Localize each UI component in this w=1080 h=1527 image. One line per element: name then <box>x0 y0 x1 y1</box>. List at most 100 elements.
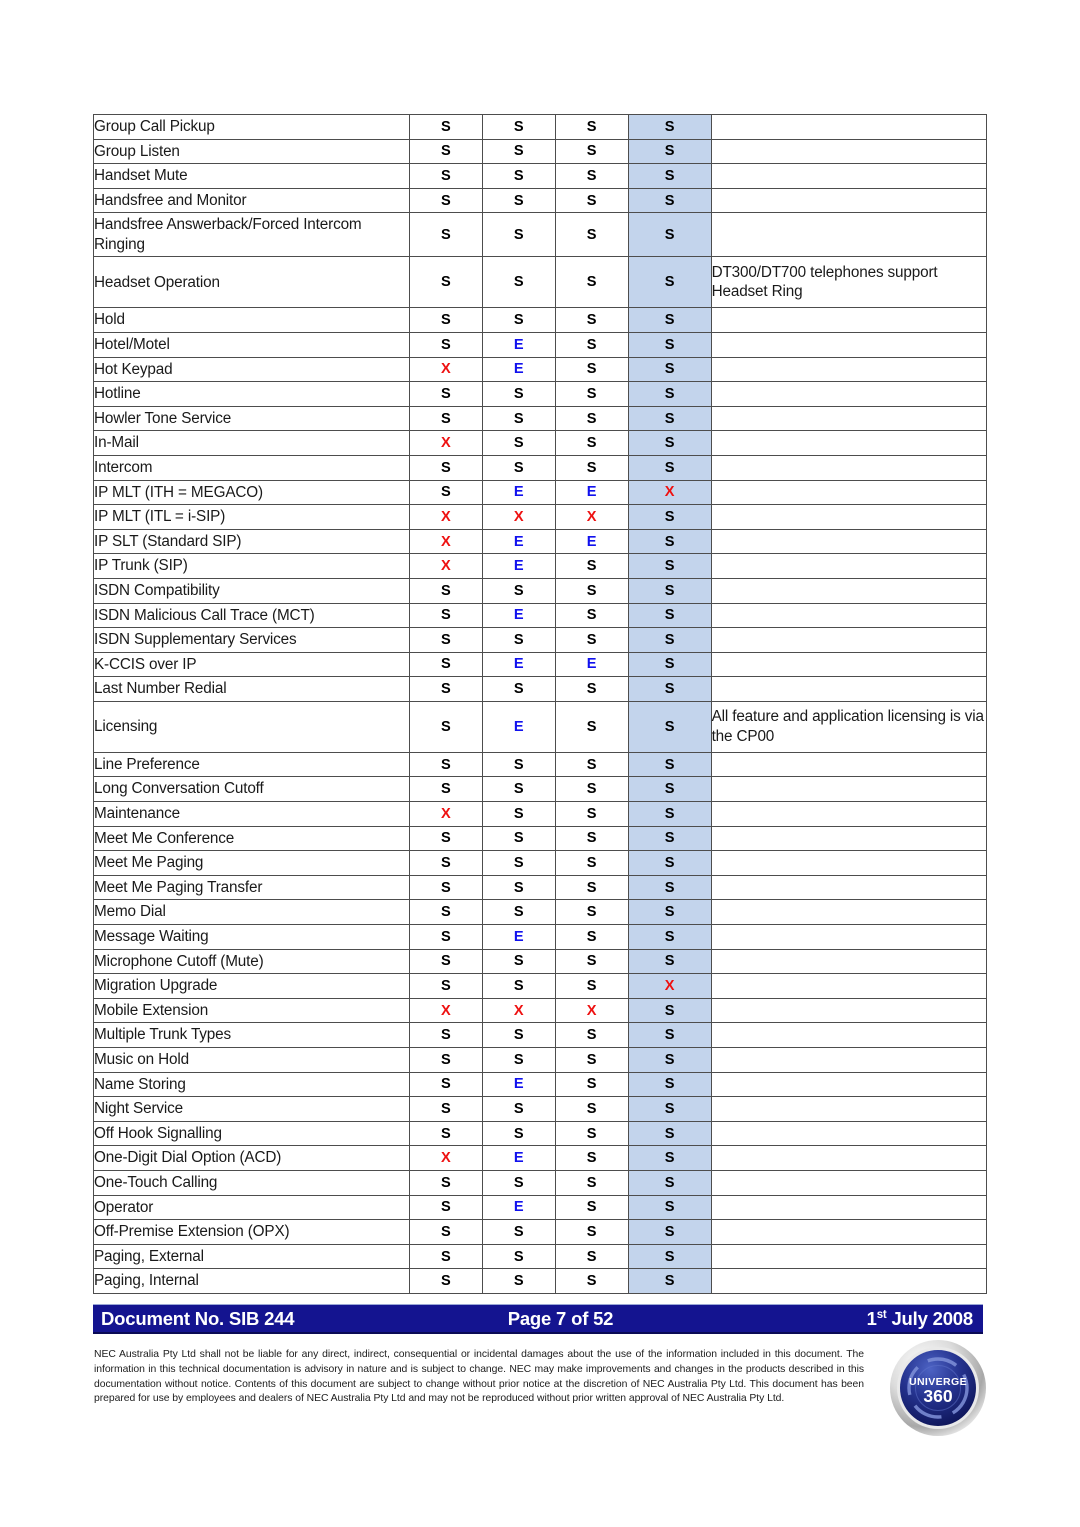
support-mark-cell-c3: S <box>554 751 629 778</box>
table-row: Off Hook Signalling S S S S <box>93 1120 988 1147</box>
support-mark-cell-c3: S <box>554 1243 629 1270</box>
feature-support-table: Group Call Pickup S S S S Group Listen S S S S Han… <box>93 114 988 1294</box>
table-row: Name Storing S E S S <box>93 1071 988 1098</box>
support-mark-cell-c1: S <box>408 454 483 481</box>
table-row: IP Trunk (SIP) X E S S <box>93 553 988 579</box>
table-row: Licensing S E S S All feature and application… <box>93 700 988 753</box>
support-mark-cell-c2: E <box>481 528 556 555</box>
support-mark-cell-c1: S <box>408 1071 483 1098</box>
support-mark-cell-c3: S <box>554 187 629 214</box>
notes-cell <box>710 114 988 140</box>
notes-cell <box>710 1047 988 1073</box>
support-mark-cell-c1: S <box>408 1268 483 1294</box>
support-mark-cell-c4: S <box>627 114 712 140</box>
notes-cell <box>710 405 988 432</box>
notes-cell <box>710 825 988 852</box>
feature-name-cell: Group Call Pickup <box>93 114 410 140</box>
support-mark-cell-c4: S <box>627 454 712 481</box>
notes-cell <box>710 577 988 604</box>
feature-name-cell: Hold <box>93 307 410 333</box>
document-page: Group Call Pickup S S S S Group Listen S S S S Han… <box>0 0 1080 1527</box>
notes-cell <box>710 1120 988 1147</box>
support-mark-cell-c1: X <box>408 356 483 383</box>
support-mark-cell-c2: S <box>481 430 556 456</box>
feature-name-cell: Handset Mute <box>93 163 410 189</box>
support-mark-cell-c2: S <box>481 850 556 876</box>
table-row: Hotline S S S S <box>93 381 988 407</box>
support-mark-cell-c3: S <box>554 1120 629 1147</box>
feature-name-cell: IP SLT (Standard SIP) <box>93 528 410 555</box>
support-mark-cell-c3: S <box>554 1169 629 1196</box>
support-mark-cell-c3: S <box>554 801 629 827</box>
table-row: Migration Upgrade S S S X <box>93 973 988 999</box>
notes-cell <box>710 356 988 383</box>
support-mark-cell-c1: S <box>408 1219 483 1245</box>
support-mark-cell-c2: S <box>481 307 556 333</box>
feature-name-cell: Music on Hold <box>93 1047 410 1073</box>
table-row: Line Preference S S S S <box>93 751 988 778</box>
support-mark-cell-c3: S <box>554 627 629 653</box>
support-mark-cell-c4: S <box>627 751 712 778</box>
feature-name-cell: Paging, External <box>93 1243 410 1270</box>
feature-name-cell: Maintenance <box>93 801 410 827</box>
support-mark-cell-c4: S <box>627 1120 712 1147</box>
support-mark-cell-c1: S <box>408 1169 483 1196</box>
notes-cell <box>710 776 988 803</box>
univerge-360-logo: UNIVERGE 360 <box>888 1338 988 1438</box>
legal-disclaimer: NEC Australia Pty Ltd shall not be liabl… <box>94 1348 864 1407</box>
support-mark-cell-c2: S <box>481 577 556 604</box>
support-mark-cell-c4: S <box>627 700 712 753</box>
notes-cell <box>710 924 988 950</box>
support-mark-cell-c4: S <box>627 331 712 358</box>
feature-name-cell: ISDN Compatibility <box>93 577 410 604</box>
support-mark-cell-c3: E <box>554 651 629 678</box>
notes-cell <box>710 504 988 530</box>
support-mark-cell-c1: S <box>408 114 483 140</box>
support-mark-cell-c2: S <box>481 1169 556 1196</box>
support-mark-cell-c4: S <box>627 577 712 604</box>
feature-name-cell: Hotline <box>93 381 410 407</box>
feature-name-cell: Howler Tone Service <box>93 405 410 432</box>
support-mark-cell-c2: E <box>481 700 556 753</box>
support-mark-cell-c1: S <box>408 676 483 702</box>
support-mark-cell-c2: S <box>481 163 556 189</box>
support-mark-cell-c1: S <box>408 899 483 926</box>
support-mark-cell-c2: E <box>481 553 556 579</box>
univerge-360-badge-icon: UNIVERGE 360 <box>890 1340 986 1436</box>
feature-name-cell: Name Storing <box>93 1071 410 1098</box>
support-mark-cell-c4: S <box>627 924 712 950</box>
support-mark-cell-c2: S <box>481 1243 556 1270</box>
table-row: Maintenance X S S S <box>93 801 988 827</box>
support-mark-cell-c1: S <box>408 776 483 803</box>
support-mark-cell-c3: S <box>554 212 629 258</box>
support-mark-cell-c3: S <box>554 381 629 407</box>
feature-name-cell: Operator <box>93 1194 410 1221</box>
feature-name-cell: Hot Keypad <box>93 356 410 383</box>
support-mark-cell-c1: X <box>408 430 483 456</box>
support-mark-cell-c1: S <box>408 479 483 506</box>
support-mark-cell-c2: S <box>481 776 556 803</box>
feature-name-cell: Hotel/Motel <box>93 331 410 358</box>
notes-cell <box>710 163 988 189</box>
support-mark-cell-c2: S <box>481 405 556 432</box>
notes-cell <box>710 553 988 579</box>
notes-cell <box>710 454 988 481</box>
table-row: Mobile Extension X X X S <box>93 997 988 1024</box>
support-mark-cell-c3: S <box>554 1219 629 1245</box>
footer-page-number: Page 7 of 52 <box>507 1307 614 1329</box>
table-row: Last Number Redial S S S S <box>93 676 988 702</box>
support-mark-cell-c4: S <box>627 676 712 702</box>
feature-name-cell: Multiple Trunk Types <box>93 1022 410 1048</box>
support-mark-cell-c4: S <box>627 899 712 926</box>
support-mark-cell-c2: S <box>481 1268 556 1294</box>
notes-cell <box>710 973 988 999</box>
support-mark-cell-c4: S <box>627 187 712 214</box>
support-mark-cell-c3: S <box>554 256 629 309</box>
support-mark-cell-c2: S <box>481 212 556 258</box>
feature-name-cell: In-Mail <box>93 430 410 456</box>
notes-cell <box>710 331 988 358</box>
support-mark-cell-c4: S <box>627 356 712 383</box>
support-mark-cell-c1: S <box>408 163 483 189</box>
support-mark-cell-c2: S <box>481 825 556 852</box>
notes-cell <box>710 381 988 407</box>
